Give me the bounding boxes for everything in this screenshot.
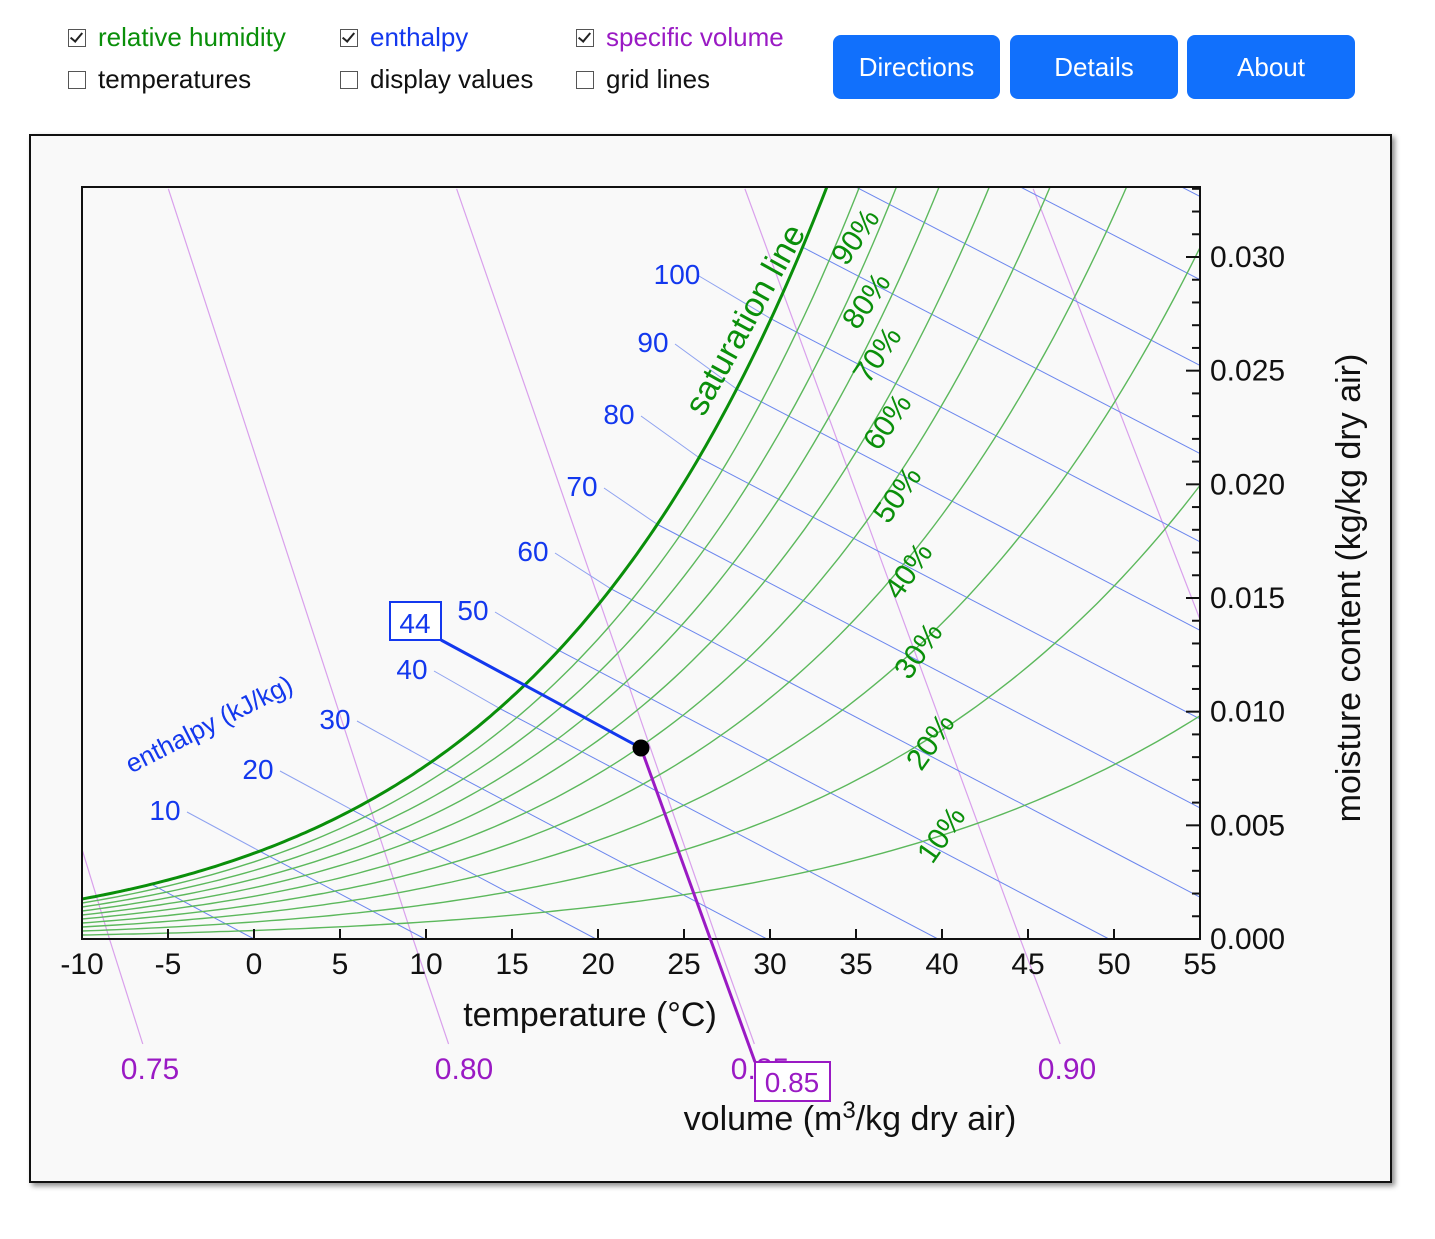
- enthalpy-label: 100: [654, 259, 701, 290]
- enthalpy-label: 50: [457, 595, 488, 626]
- x-tick-label: -5: [155, 948, 182, 981]
- enthalpy-label: 90: [637, 327, 668, 358]
- x-axis-title: temperature (°C): [463, 996, 717, 1034]
- y-tick-label: 0.010: [1210, 696, 1285, 729]
- selected-state-point[interactable]: [632, 739, 650, 757]
- y-tick-label: 0.015: [1210, 582, 1285, 615]
- x-tick-label: 20: [581, 948, 614, 981]
- y-tick-label: 0.025: [1210, 355, 1285, 388]
- enthalpy-readout-value: 44: [399, 608, 430, 639]
- enthalpy-label: 30: [319, 704, 350, 735]
- x-tick-label: 40: [925, 948, 958, 981]
- y-tick-label: 0.000: [1210, 923, 1285, 956]
- x-tick-label: -10: [60, 948, 103, 981]
- x-tick-label: 25: [667, 948, 700, 981]
- volume-axis-title: volume (m3/kg dry air): [684, 1097, 1017, 1138]
- enthalpy-label: 20: [242, 754, 273, 785]
- enthalpy-label: 40: [396, 654, 427, 685]
- enthalpy-label: 80: [603, 399, 634, 430]
- y-tick-label: 0.005: [1210, 809, 1285, 842]
- volume-label: 0.90: [1038, 1053, 1096, 1086]
- x-tick-label: 0: [246, 948, 263, 981]
- x-tick-label: 15: [495, 948, 528, 981]
- x-tick-label: 10: [409, 948, 442, 981]
- volume-leader-0.75: [108, 938, 144, 1045]
- volume-readout-value: 0.85: [765, 1067, 820, 1098]
- volume-leader-0.85: [716, 938, 755, 1045]
- x-tick-label: 30: [753, 948, 786, 981]
- enthalpy-label: 60: [517, 536, 548, 567]
- enthalpy-label: 70: [566, 471, 597, 502]
- enthalpy-label: 10: [149, 795, 180, 826]
- x-tick-label: 45: [1011, 948, 1044, 981]
- volume-label: 0.80: [435, 1053, 493, 1086]
- psychrometric-chart[interactable]: -10 -5 0 5 10 15 20 25 30 35 40 45 50 55 0.0000.0050.…: [0, 0, 1435, 1239]
- enthalpy-line-160: [1418, 143, 1435, 939]
- x-tick-label: 50: [1097, 948, 1130, 981]
- y-axis-title: moisture content (kg/kg dry air): [1330, 354, 1368, 823]
- volume-label: 0.75: [121, 1053, 179, 1086]
- y-tick-label: 0.030: [1210, 241, 1285, 274]
- x-tick-label: 35: [839, 948, 872, 981]
- x-tick-label: 5: [332, 948, 349, 981]
- y-tick-label: 0.020: [1210, 468, 1285, 501]
- plot-area[interactable]: [82, 187, 1200, 939]
